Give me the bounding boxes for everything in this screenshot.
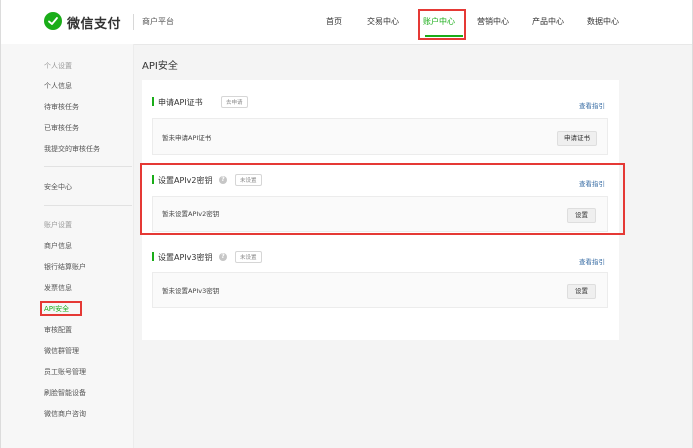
guide-link-apiv3[interactable]: 查看指引 [579, 256, 605, 266]
section-marker [152, 97, 154, 106]
nav-transactions[interactable]: 交易中心 [367, 16, 399, 27]
sidebar-item-face-devices[interactable]: 刷脸智能设备 [44, 388, 86, 398]
api-cert-card [152, 118, 608, 155]
sidebar-item-merchant-info[interactable]: 商户信息 [44, 241, 72, 251]
brand-divider [133, 14, 134, 30]
status-badge-api-cert: 去申请 [221, 96, 248, 108]
brand-name[interactable]: 微信支付 [67, 13, 121, 32]
top-header: 微信支付 商户平台 首页 交易中心 账户中心 营销中心 产品中心 数据中心 [0, 0, 693, 45]
sidebar-item-review-config[interactable]: 审核配置 [44, 325, 72, 335]
sidebar-group-account: 账户设置 [44, 221, 72, 229]
sidebar-item-staff-accounts[interactable]: 员工账号管理 [44, 367, 86, 377]
nav-marketing[interactable]: 营销中心 [477, 16, 509, 27]
nav-products[interactable]: 产品中心 [532, 16, 564, 27]
section-marker [152, 252, 154, 261]
sidebar-highlight-box [40, 301, 82, 316]
sidebar-item-merchant-consult[interactable]: 微信商户咨询 [44, 409, 86, 419]
sidebar-item-my-submitted[interactable]: 我提交的审核任务 [44, 144, 100, 154]
nav-home[interactable]: 首页 [326, 16, 342, 27]
platform-subtitle: 商户平台 [142, 17, 174, 26]
set-apiv3-button[interactable]: 设置 [567, 284, 596, 299]
sidebar-item-personal-info[interactable]: 个人信息 [44, 81, 72, 91]
apply-cert-button[interactable]: 申请证书 [557, 131, 597, 146]
sidebar-item-security-center[interactable]: 安全中心 [44, 182, 72, 192]
help-icon[interactable]: ? [219, 253, 227, 261]
section-title-apiv3: 设置APIv3密钥 [158, 253, 213, 262]
nav-highlight-box [418, 9, 466, 40]
apiv2-highlight-box [140, 163, 625, 235]
wechat-pay-logo-icon[interactable] [44, 12, 62, 30]
guide-link-api-cert[interactable]: 查看指引 [579, 100, 605, 110]
section-title-api-cert: 申请API证书 [158, 98, 203, 107]
sidebar-item-pending-review[interactable]: 待审核任务 [44, 102, 79, 112]
sidebar-group-personal: 个人设置 [44, 62, 72, 70]
sidebar-item-invoice[interactable]: 发票信息 [44, 283, 72, 293]
sidebar-item-bank-account[interactable]: 银行结算账户 [44, 262, 86, 272]
apiv3-status-text: 暂未设置APIv3密钥 [162, 287, 220, 295]
sidebar-item-reviewed[interactable]: 已审核任务 [44, 123, 79, 133]
status-badge-apiv3: 未设置 [235, 251, 262, 263]
sidebar-divider [44, 205, 132, 206]
nav-data[interactable]: 数据中心 [587, 16, 619, 27]
api-cert-status-text: 暂未申请API证书 [162, 134, 212, 142]
sidebar-item-wechat-group[interactable]: 微信群管理 [44, 346, 79, 356]
page-title: API安全 [142, 61, 178, 72]
sidebar-divider [44, 166, 132, 167]
apiv3-card [152, 272, 608, 308]
